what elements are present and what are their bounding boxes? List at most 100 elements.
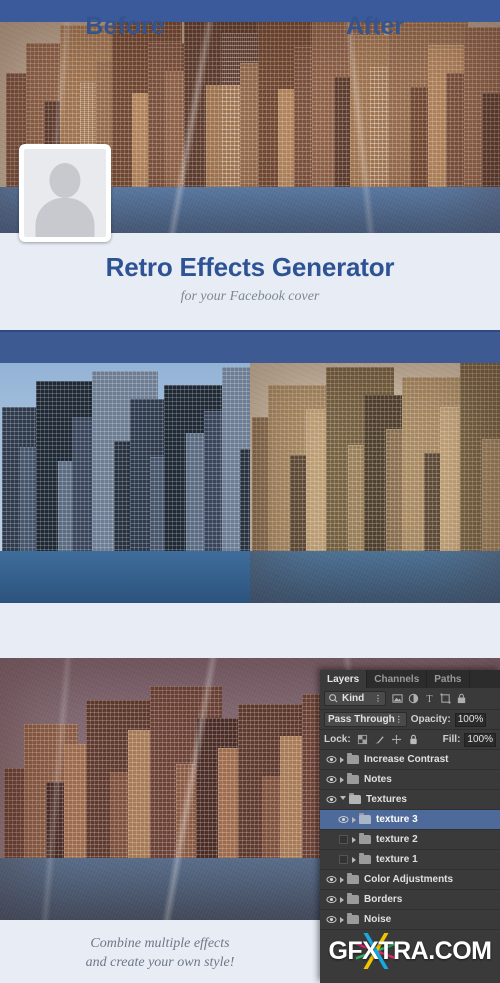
folder-icon [359, 813, 371, 824]
eye-icon[interactable] [322, 794, 340, 805]
chevron-right-icon[interactable] [340, 876, 344, 883]
avatar-head [49, 163, 81, 199]
top-banner-section: Retro Effects Generator for your Faceboo… [0, 0, 500, 363]
type-layer-icon[interactable]: T [424, 693, 435, 705]
blend-mode-value: Pass Through [328, 714, 395, 725]
search-icon [328, 693, 339, 704]
eye-icon[interactable] [322, 774, 340, 785]
svg-text:T: T [426, 694, 432, 704]
layer-row[interactable]: Color Adjustments [320, 870, 500, 890]
layer-row[interactable]: texture 2 [320, 830, 500, 850]
folder-icon [349, 793, 361, 804]
water [250, 551, 500, 603]
folder-icon [347, 753, 359, 764]
page-subtitle: for your Facebook cover [180, 289, 320, 304]
layer-name: Borders [364, 894, 403, 905]
chevron-down-icon[interactable] [340, 796, 346, 803]
folder-icon [359, 833, 371, 844]
bottom-caption: Combine multiple effects and create your… [0, 934, 320, 972]
folder-icon [347, 773, 359, 784]
fill-value[interactable]: 100% [464, 732, 496, 747]
opacity-value[interactable]: 100% [454, 712, 487, 727]
eye-off-icon[interactable] [334, 855, 352, 864]
chevron-right-icon[interactable] [352, 816, 356, 823]
panel-tab-bar[interactable]: Layers Channels Paths [320, 670, 500, 688]
opacity-label: Opacity: [410, 714, 451, 725]
watermark-text: GFXTRA.COM [328, 936, 492, 965]
avatar [19, 144, 111, 242]
pixel-layer-icon[interactable] [392, 693, 403, 704]
chevron-updown-icon[interactable]: ⋮ [374, 694, 382, 703]
lock-row[interactable]: Lock: Fill: 100% [320, 730, 500, 750]
layer-name: Noise [364, 914, 392, 925]
before-label: Before [85, 12, 165, 40]
lock-position-icon[interactable] [391, 734, 402, 745]
lock-image-icon[interactable] [374, 734, 385, 745]
lock-label: Lock: [324, 734, 351, 745]
eye-icon[interactable] [322, 754, 340, 765]
folder-icon [347, 873, 359, 884]
chevron-right-icon[interactable] [340, 756, 344, 763]
smart-object-icon[interactable] [456, 693, 467, 704]
blend-mode-row[interactable]: Pass Through ⋮ Opacity: 100% [320, 710, 500, 730]
tab-layers[interactable]: Layers [320, 670, 368, 688]
chevron-right-icon[interactable] [340, 896, 344, 903]
eye-icon[interactable] [334, 814, 352, 825]
lock-all-icon[interactable] [408, 734, 419, 745]
layer-list[interactable]: Increase Contrast Notes Textures texture 3 t… [320, 750, 500, 930]
layer-name: Increase Contrast [364, 754, 449, 765]
filter-kind-label: Kind [342, 693, 365, 704]
section-divider-blue [0, 330, 500, 363]
folder-icon [347, 913, 359, 924]
eye-off-icon[interactable] [334, 835, 352, 844]
tab-paths[interactable]: Paths [427, 670, 470, 688]
filter-type-icons[interactable]: T [392, 693, 467, 705]
eye-icon[interactable] [322, 874, 340, 885]
tab-channels[interactable]: Channels [367, 670, 428, 688]
gfxtra-watermark: GFXTRA.COM [320, 933, 500, 969]
chevron-right-icon[interactable] [340, 776, 344, 783]
chevron-right-icon[interactable] [352, 836, 356, 843]
chevron-right-icon[interactable] [352, 856, 356, 863]
blend-mode-dropdown[interactable]: Pass Through ⋮ [324, 712, 407, 727]
layer-row[interactable]: Notes [320, 770, 500, 790]
before-after-section [0, 363, 500, 603]
shape-layer-icon[interactable] [440, 693, 451, 704]
after-label: After [345, 12, 405, 40]
compare-labels-strip [0, 603, 500, 658]
caption-line-1: Combine multiple effects [90, 936, 230, 951]
avatar-placeholder-icon [24, 149, 106, 237]
caption-line-2: and create your own style! [85, 955, 235, 970]
lock-transparency-icon[interactable] [357, 734, 368, 745]
water [0, 551, 250, 603]
page-title: Retro Effects Generator [105, 252, 395, 282]
after-photo [250, 363, 500, 603]
layer-name: Notes [364, 774, 392, 785]
fill-label: Fill: [442, 734, 461, 745]
layer-filter-row[interactable]: Kind ⋮ T [320, 688, 500, 710]
layer-row[interactable]: Borders [320, 890, 500, 910]
building [482, 93, 500, 193]
retro-effects-generator-preview: Retro Effects Generator for your Faceboo… [0, 0, 500, 983]
eye-icon[interactable] [322, 914, 340, 925]
chevron-updown-icon[interactable]: ⋮ [395, 715, 403, 724]
lock-icon-group[interactable] [357, 734, 419, 745]
chevron-right-icon[interactable] [340, 916, 344, 923]
layer-name: Color Adjustments [364, 874, 454, 885]
layer-row[interactable]: Noise [320, 910, 500, 930]
folder-icon [347, 893, 359, 904]
layer-row[interactable]: texture 3 [320, 810, 500, 830]
filter-kind-dropdown[interactable]: Kind ⋮ [324, 691, 386, 706]
layer-row[interactable]: Increase Contrast [320, 750, 500, 770]
avatar-body [35, 198, 95, 237]
layer-row[interactable]: texture 1 [320, 850, 500, 870]
folder-icon [359, 853, 371, 864]
layer-row[interactable]: Textures [320, 790, 500, 810]
eye-icon[interactable] [322, 894, 340, 905]
layer-name: Textures [366, 794, 407, 805]
layer-name: texture 3 [376, 814, 418, 825]
adjustment-layer-icon[interactable] [408, 693, 419, 704]
before-photo [0, 363, 250, 603]
layer-name: texture 2 [376, 834, 418, 845]
building [240, 449, 250, 557]
